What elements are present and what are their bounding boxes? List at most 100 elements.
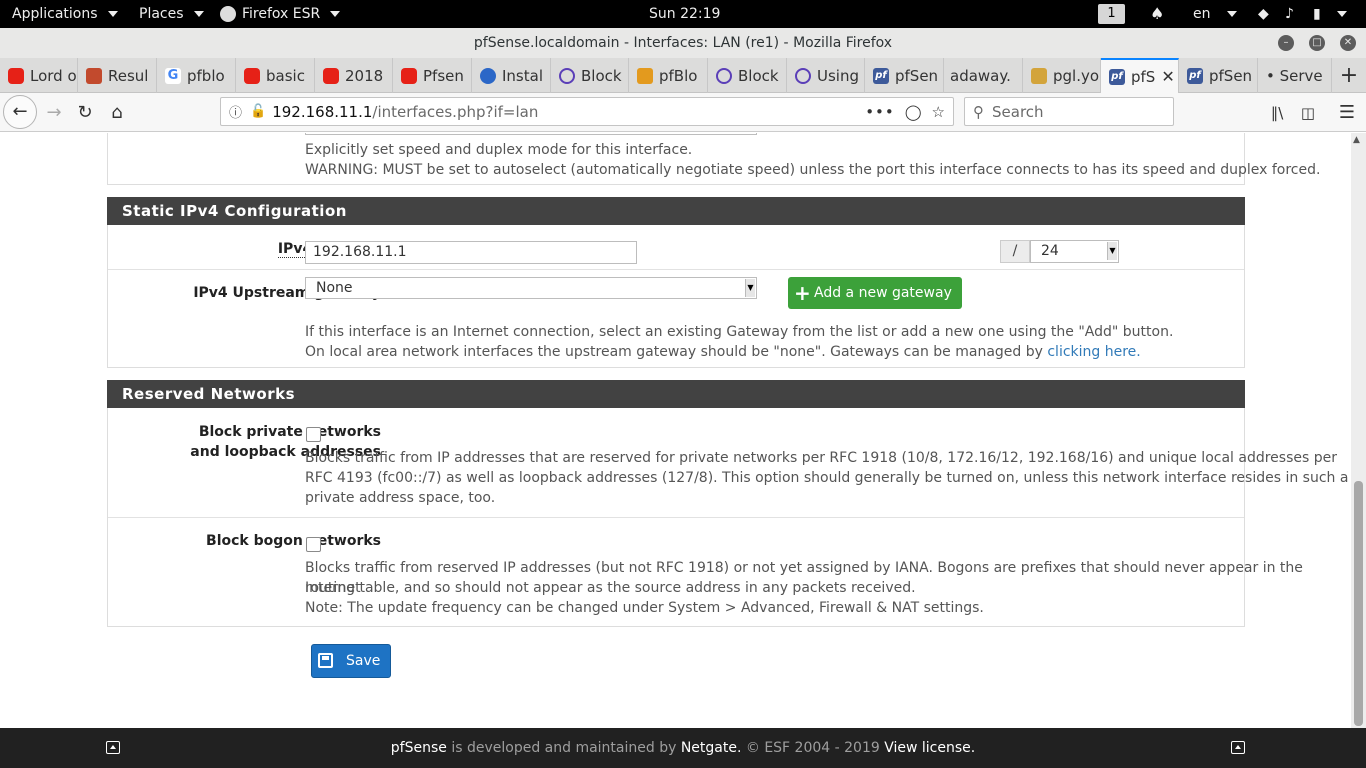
- volume-icon[interactable]: ♪: [1285, 0, 1294, 28]
- add-gateway-button[interactable]: + Add a new gateway: [788, 277, 962, 309]
- language-label: en: [1193, 6, 1211, 22]
- ipv4-address-input[interactable]: 192.168.11.1: [305, 241, 637, 264]
- ipv4-gateway-select[interactable]: None ▼: [305, 277, 757, 299]
- sidebar-icon[interactable]: ◫: [1294, 99, 1322, 127]
- tab[interactable]: Gpfblo: [157, 58, 236, 93]
- pfsense-icon: pf: [1187, 67, 1203, 84]
- app-name: Firefox ESR: [242, 6, 321, 22]
- tab[interactable]: adaway.: [944, 58, 1023, 93]
- accessibility-icon[interactable]: ♠: [1150, 0, 1164, 28]
- jar-icon: [1031, 67, 1047, 84]
- speed-duplex-select[interactable]: [305, 133, 757, 135]
- tab[interactable]: Pfsen: [393, 58, 472, 93]
- tab[interactable]: Using: [787, 58, 865, 93]
- block-bogon-checkbox[interactable]: [306, 537, 321, 552]
- tab[interactable]: Block: [551, 58, 629, 93]
- tab[interactable]: Instal: [472, 58, 551, 93]
- tab-active[interactable]: pf pfS ✕: [1101, 58, 1179, 93]
- page-actions-icon[interactable]: •••: [865, 103, 895, 121]
- info-icon[interactable]: ⓘ: [229, 102, 242, 121]
- tab[interactable]: Block: [708, 58, 787, 93]
- tab[interactable]: pgl.yo: [1023, 58, 1101, 93]
- search-placeholder: Search: [992, 102, 1044, 121]
- netgate-link[interactable]: Netgate.: [681, 740, 742, 756]
- cidr-value: 24: [1041, 243, 1059, 259]
- tab[interactable]: pf pfSen: [1179, 58, 1258, 93]
- chevron-down-icon: [193, 11, 204, 17]
- google-icon: G: [165, 67, 181, 84]
- language-menu[interactable]: en: [1193, 0, 1237, 28]
- bogon-help-line2: routing table, and so should not appear …: [305, 580, 916, 596]
- footer-copyright: © ESF 2004 - 2019: [741, 740, 885, 756]
- cidr-select[interactable]: 24 ▼: [1030, 240, 1119, 263]
- tab[interactable]: basic: [236, 58, 315, 93]
- tab[interactable]: pf pfSen: [865, 58, 944, 93]
- chevron-down-icon: [107, 11, 118, 17]
- scroll-top-icon[interactable]: [1231, 741, 1245, 754]
- scroll-up-icon[interactable]: ▲: [1353, 135, 1360, 145]
- url-bar[interactable]: ⓘ 🔓 192.168.11.1/interfaces.php?if=lan •…: [220, 97, 954, 126]
- system-top-bar: Applications Places Firefox ESR Sun 22:1…: [0, 0, 1366, 28]
- speed-help-line2: WARNING: MUST be set to autoselect (auto…: [305, 162, 1321, 178]
- scroll-thumb[interactable]: [1354, 481, 1363, 726]
- tab[interactable]: • Serve: [1258, 58, 1332, 93]
- footer-brand[interactable]: pfSense: [391, 740, 447, 756]
- tab[interactable]: Resul: [78, 58, 157, 93]
- private-help-line1: Blocks traffic from IP addresses that ar…: [305, 450, 1337, 466]
- insecure-lock-icon[interactable]: 🔓: [250, 104, 266, 119]
- tab[interactable]: pfBlo: [629, 58, 708, 93]
- workspace-number: 1: [1098, 4, 1125, 24]
- workspace-indicator[interactable]: 1: [1098, 0, 1125, 28]
- tab-label: pfblo: [187, 66, 225, 85]
- block-bogon-label: Block bogon networks: [206, 533, 381, 549]
- block-private-checkbox[interactable]: [306, 427, 321, 442]
- new-tab-button[interactable]: +: [1332, 58, 1366, 93]
- close-window-button[interactable]: ✕: [1340, 35, 1356, 51]
- speed-help-line1: Explicitly set speed and duplex mode for…: [305, 142, 693, 158]
- system-menu[interactable]: [1333, 0, 1347, 28]
- block-private-label-line1: Block private networks: [198, 424, 381, 440]
- footer-text: is developed and maintained by: [446, 740, 681, 756]
- row-divider: [108, 517, 1244, 518]
- tab-label: Pfsen: [423, 66, 464, 85]
- bookmark-star-icon[interactable]: ☆: [932, 103, 945, 121]
- tab-label: Instal: [502, 66, 543, 85]
- license-link[interactable]: View license.: [884, 740, 975, 756]
- tab-strip: Lord o Resul Gpfblo basic 2018 Pfsen Ins…: [0, 58, 1366, 93]
- search-icon: ⚲: [973, 102, 984, 121]
- minimize-button[interactable]: –: [1278, 35, 1294, 51]
- search-input[interactable]: ⚲ Search: [964, 97, 1174, 126]
- applications-menu[interactable]: Applications: [12, 0, 118, 28]
- close-tab-icon[interactable]: ✕: [1161, 67, 1174, 86]
- url-path: /interfaces.php?if=lan: [372, 102, 539, 121]
- youtube-icon: [244, 67, 260, 84]
- reload-button[interactable]: ↻: [71, 99, 99, 127]
- tab[interactable]: Lord o: [0, 58, 78, 93]
- save-icon: [318, 653, 333, 668]
- library-icon[interactable]: ∥\: [1263, 99, 1291, 127]
- tab-label: Block: [581, 66, 622, 85]
- save-button[interactable]: Save: [311, 644, 392, 678]
- tab-label: basic: [266, 66, 305, 85]
- gateway-value: None: [316, 280, 353, 296]
- clock[interactable]: Sun 22:19: [649, 0, 720, 28]
- menu-icon[interactable]: ☰: [1333, 99, 1361, 127]
- gateways-link[interactable]: clicking here.: [1047, 344, 1140, 360]
- forward-button[interactable]: →: [40, 99, 68, 127]
- battery-icon[interactable]: ▮: [1313, 0, 1321, 28]
- pfsense-icon: pf: [1109, 68, 1125, 85]
- circle-icon: [559, 67, 575, 84]
- tab[interactable]: 2018: [315, 58, 393, 93]
- places-menu[interactable]: Places: [139, 0, 204, 28]
- back-button[interactable]: ←: [3, 95, 37, 129]
- scroll-top-icon[interactable]: [106, 741, 120, 754]
- bogon-help-line3: Note: The update frequency can be change…: [305, 600, 984, 616]
- pocket-icon[interactable]: ◯: [905, 103, 922, 121]
- plus-icon: +: [794, 281, 811, 305]
- gateway-help-text: On local area network interfaces the ups…: [305, 344, 1043, 360]
- home-button[interactable]: ⌂: [103, 99, 131, 127]
- maximize-button[interactable]: □: [1309, 35, 1325, 51]
- wifi-icon[interactable]: ◆: [1258, 0, 1269, 28]
- page-scrollbar[interactable]: ▲: [1351, 133, 1366, 728]
- app-menu[interactable]: Firefox ESR: [220, 0, 341, 28]
